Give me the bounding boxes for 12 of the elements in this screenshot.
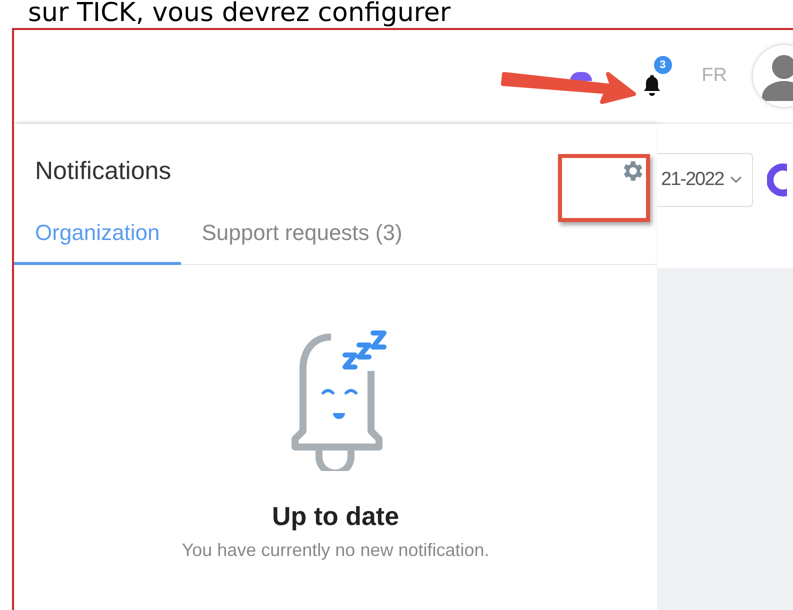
tab[interactable]: Organization [14,220,181,265]
empty-message: You have currently no new notification. [182,540,490,561]
panel-title: Notifications [35,156,172,186]
bell-icon[interactable] [642,74,662,96]
chevron-down-icon [730,176,742,184]
round-icon[interactable] [570,72,592,80]
year-dropdown[interactable]: 21-2022 [657,153,753,207]
document-text: sur TICK, vous devrez configurer [28,0,451,28]
notification-badge: 3 [654,56,672,74]
language-code[interactable]: FR [702,65,727,87]
empty-title: Up to date [272,501,400,532]
tab[interactable]: Support requests (3) [180,220,424,265]
